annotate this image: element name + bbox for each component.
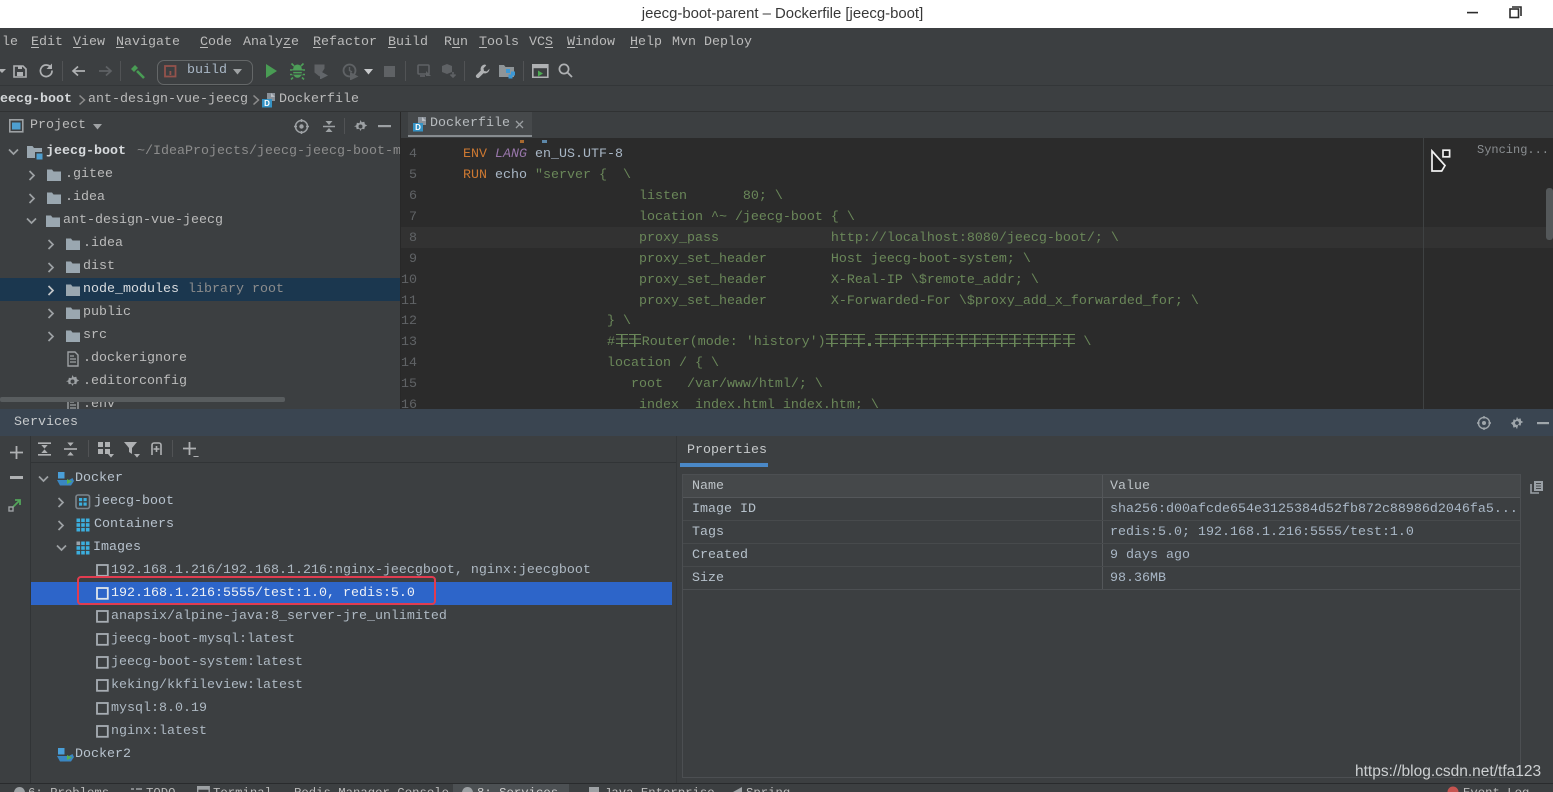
svg-text:D: D: [264, 99, 270, 108]
svg-text:D: D: [415, 123, 421, 132]
